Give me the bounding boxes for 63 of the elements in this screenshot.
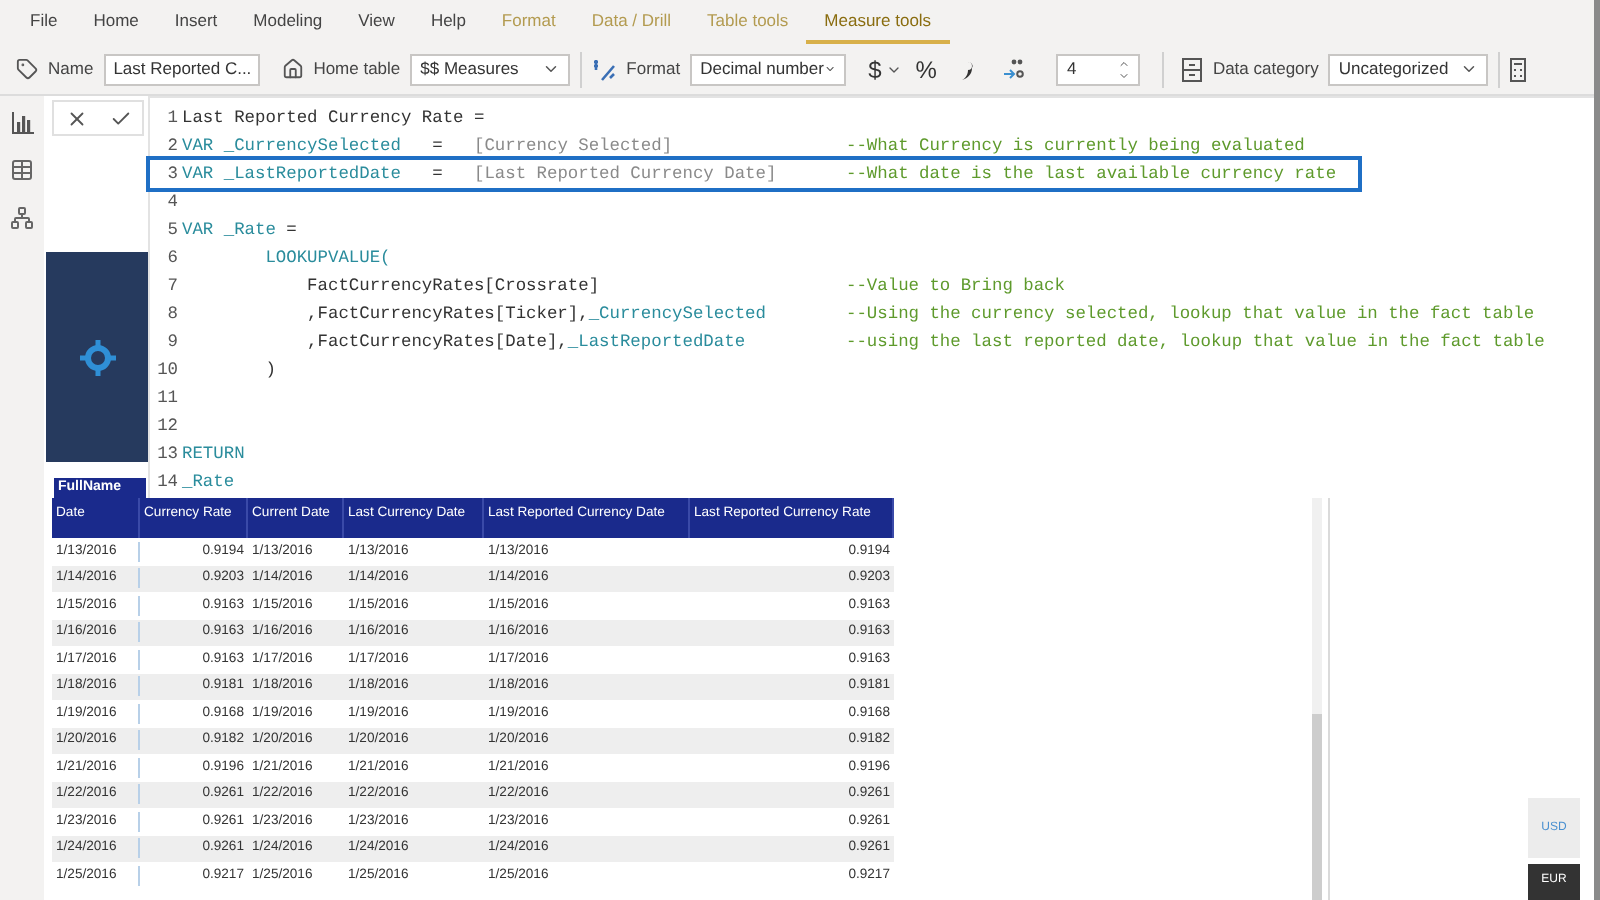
code-text: LOOKUPVALUE( (263, 248, 391, 268)
ribbon-tab[interactable]: View (340, 0, 413, 44)
percent-button[interactable]: % (915, 51, 937, 87)
line-number: 10 (155, 358, 180, 384)
line-number: 1 (165, 106, 180, 132)
line-number: 8 (165, 302, 180, 328)
code-comment: --Value to Bring back (846, 274, 1065, 300)
home-table-label: Home table (313, 56, 401, 82)
line-number: 11 (155, 386, 180, 412)
line-number: 14 (155, 470, 180, 496)
code-comment: --What Currency is currently being evaluated (846, 134, 1305, 160)
ribbon-tab[interactable]: Home (75, 0, 157, 44)
code-text: VAR _CurrencySelected = [Currency Selected] (182, 136, 673, 156)
code-editor[interactable] (148, 96, 1594, 498)
table-icon[interactable] (10, 158, 34, 182)
scrollbar-thumb[interactable] (1312, 714, 1322, 900)
code-text: VAR _LastReportedDate = [Last Reported Currency Date] (182, 164, 777, 184)
format-icon (592, 57, 617, 81)
calculator-icon[interactable] (1510, 57, 1527, 81)
cancel-icon[interactable] (65, 107, 87, 129)
home-icon (281, 58, 304, 80)
name-label: Name (48, 56, 94, 82)
code-text: ,FactCurrencyRates[Date],_LastReportedDate (305, 332, 746, 352)
format-select[interactable]: Decimal number (690, 53, 847, 85)
decrease-decimal-icon[interactable] (1002, 57, 1027, 81)
code-text: ,FactCurrencyRates[Ticker],_CurrencySelected (305, 304, 766, 324)
code-text: RETURN (182, 444, 245, 464)
code-text: VAR _Rate = (182, 220, 297, 240)
check-icon[interactable] (109, 107, 131, 129)
code-comment: --What date is the last available currency rate (846, 162, 1337, 188)
line-number: 13 (155, 442, 180, 468)
format-label: Format (626, 56, 681, 82)
bar-chart-icon[interactable] (11, 112, 33, 134)
line-number: 3 (165, 162, 180, 188)
line-number: 7 (165, 274, 180, 300)
line-number: 2 (165, 134, 180, 160)
model-icon[interactable] (10, 206, 34, 230)
code-comment: --using the last reported date, lookup that value in the fact table (846, 330, 1545, 356)
tag-icon (16, 58, 38, 80)
line-number: 12 (155, 414, 180, 440)
code-text: _Rate (182, 472, 235, 492)
code-comment: --Using the currency selected, lookup that value in the fact table (846, 302, 1535, 328)
chevron-down-icon (1460, 60, 1479, 78)
line-number: 6 (165, 246, 180, 272)
data-category-select[interactable]: Uncategorized (1328, 53, 1489, 85)
line-number: 5 (165, 218, 180, 244)
line-number: 4 (165, 190, 180, 216)
code-text: FactCurrencyRates[Crossrate] (305, 276, 600, 296)
ribbon-tab[interactable]: Modeling (235, 0, 341, 44)
line-number: 9 (165, 330, 180, 356)
data-category-label: Data category (1212, 56, 1319, 82)
home-table-select[interactable]: $$ Measures (410, 53, 571, 85)
data-category-icon (1182, 57, 1203, 81)
code-text: Last Reported Currency Rate = (182, 108, 485, 128)
scrollbar[interactable] (1312, 498, 1322, 900)
gear-icon (79, 339, 115, 375)
ribbon-tab[interactable]: Help (412, 0, 484, 44)
currency-button[interactable]: $ (868, 51, 902, 87)
chevron-down-icon (542, 60, 561, 78)
name-field[interactable]: Last Reported C... (103, 53, 260, 85)
ribbon-tab[interactable]: Insert (156, 0, 236, 44)
code-text: ) (263, 360, 276, 380)
ribbon-tab[interactable]: File (12, 0, 76, 44)
